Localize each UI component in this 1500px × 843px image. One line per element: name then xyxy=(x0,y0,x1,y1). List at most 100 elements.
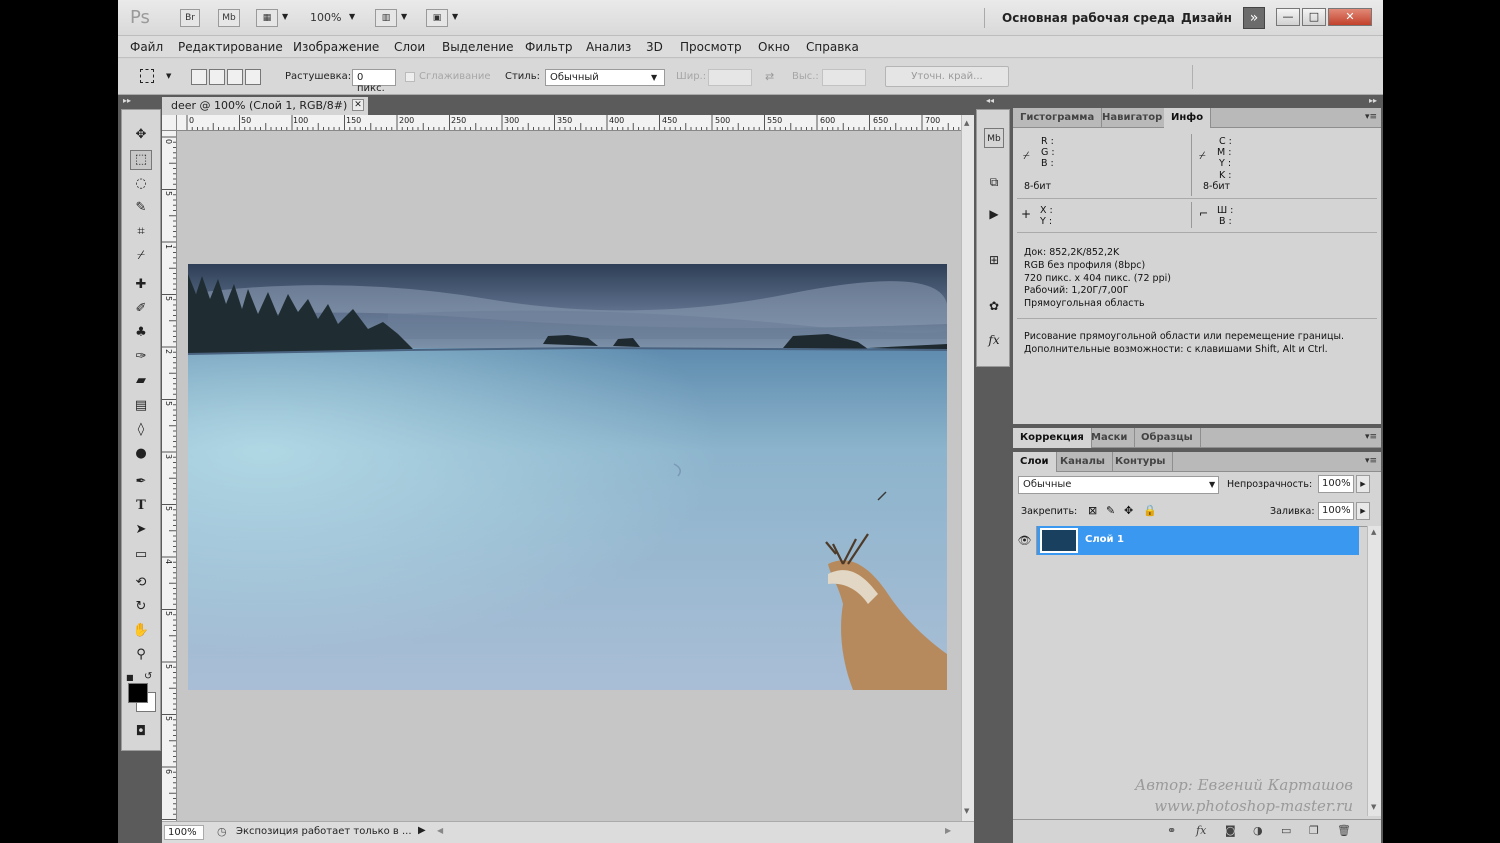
eraser-tool-icon[interactable]: ▰ xyxy=(130,371,152,391)
menu-filter[interactable]: Фильтр xyxy=(525,40,572,54)
collapse-icon[interactable]: ▸▸ xyxy=(123,96,131,105)
dodge-tool-icon[interactable]: ● xyxy=(130,444,152,464)
layer-style-icon[interactable]: fx xyxy=(1196,824,1206,837)
chevron-down-icon[interactable]: ▼ xyxy=(452,12,458,21)
chevron-down-icon[interactable]: ▼ xyxy=(401,12,407,21)
new-layer-icon[interactable]: ❐ xyxy=(1309,824,1319,837)
chevron-down-icon[interactable]: ▼ xyxy=(166,72,171,80)
minimize-icon[interactable]: — xyxy=(1276,8,1300,26)
menu-edit[interactable]: Редактирование xyxy=(178,40,283,54)
scroll-up-icon[interactable]: ▲ xyxy=(1371,528,1376,536)
menu-window[interactable]: Окно xyxy=(758,40,790,54)
tab-navigator[interactable]: Навигатор xyxy=(1095,108,1171,128)
brush-tool-icon[interactable]: ✐ xyxy=(130,299,152,319)
collapse-icon[interactable]: ◂◂ xyxy=(986,96,994,105)
fill-slider-icon[interactable]: ▶ xyxy=(1356,502,1370,520)
workspace-design[interactable]: Дизайн xyxy=(1181,11,1232,25)
layer-row[interactable]: 👁 Слой 1 xyxy=(1013,526,1359,555)
history-icon[interactable]: ⧉ xyxy=(984,172,1004,192)
panel-menu-icon[interactable]: ▾≡ xyxy=(1365,432,1377,442)
layer-thumbnail[interactable] xyxy=(1040,528,1078,553)
zoom-input[interactable]: 100% xyxy=(164,825,204,840)
eyedropper-icon[interactable]: ⌿ xyxy=(130,246,152,266)
chevron-down-icon[interactable]: ▼ xyxy=(1209,480,1215,489)
document-tab[interactable]: deer @ 100% (Слой 1, RGB/8#) ✕ xyxy=(162,97,368,115)
opacity-input[interactable]: 100% xyxy=(1318,475,1354,493)
close-icon[interactable]: ✕ xyxy=(1328,8,1372,26)
intersect-selection-icon[interactable] xyxy=(245,69,261,85)
tab-channels[interactable]: Каналы xyxy=(1053,452,1113,472)
height-input[interactable] xyxy=(822,69,866,86)
styles-icon[interactable]: fx xyxy=(984,330,1004,350)
tab-layers[interactable]: Слои xyxy=(1013,452,1057,472)
panel-menu-icon[interactable]: ▾≡ xyxy=(1365,456,1377,466)
chevron-down-icon[interactable]: ▼ xyxy=(651,73,657,82)
lock-all-icon[interactable]: 🔒 xyxy=(1143,504,1157,517)
eye-icon[interactable]: 👁 xyxy=(1013,526,1037,555)
subtract-selection-icon[interactable] xyxy=(227,69,243,85)
info-icon[interactable]: ◷ xyxy=(217,825,227,838)
rectangle-tool-icon[interactable]: ▭ xyxy=(130,545,152,565)
add-to-selection-icon[interactable] xyxy=(209,69,225,85)
zoom-tool-icon[interactable]: ⚲ xyxy=(130,645,152,665)
default-colors-icon[interactable]: ■ xyxy=(126,673,134,682)
menu-layer[interactable]: Слои xyxy=(394,40,425,54)
menu-file[interactable]: Файл xyxy=(130,40,163,54)
marquee-tool-icon[interactable]: ⬚ xyxy=(130,150,152,170)
style-select[interactable]: Обычный xyxy=(545,69,665,86)
adjustment-layer-icon[interactable]: ◑ xyxy=(1253,824,1263,837)
menu-analysis[interactable]: Анализ xyxy=(586,40,631,54)
vertical-scrollbar[interactable]: ▲ ▼ xyxy=(961,115,974,821)
status-text[interactable]: Экспозиция работает только в ... xyxy=(236,826,412,837)
width-input[interactable] xyxy=(708,69,752,86)
menu-3d[interactable]: 3D xyxy=(646,40,663,54)
gradient-tool-icon[interactable]: ▤ xyxy=(130,396,152,416)
bridge-button[interactable]: Br xyxy=(180,9,200,27)
blur-tool-icon[interactable]: ◊ xyxy=(130,420,152,440)
tab-adjustments[interactable]: Коррекция xyxy=(1013,428,1092,448)
new-group-icon[interactable]: ▭ xyxy=(1281,824,1291,837)
history-brush-icon[interactable]: ✑ xyxy=(130,347,152,367)
scroll-down-icon[interactable]: ▼ xyxy=(964,807,969,815)
color-wheel-icon[interactable]: ✿ xyxy=(984,296,1004,316)
actions-icon[interactable]: ▶ xyxy=(984,204,1004,224)
horizontal-ruler[interactable]: 0 50 100 150 200 250 300 350 400 450 500… xyxy=(177,115,961,131)
scroll-right-icon[interactable]: ▶ xyxy=(945,826,951,835)
panel-menu-icon[interactable]: ▾≡ xyxy=(1365,112,1377,122)
3d-orbit-icon[interactable]: ↻ xyxy=(130,597,152,617)
ruler-origin[interactable] xyxy=(162,115,177,131)
clone-stamp-icon[interactable]: ♣ xyxy=(130,323,152,343)
tab-paths[interactable]: Контуры xyxy=(1108,452,1174,472)
clone-source-icon[interactable]: ⊞ xyxy=(984,250,1004,270)
close-tab-icon[interactable]: ✕ xyxy=(352,99,364,111)
quick-selection-icon[interactable]: ✎ xyxy=(130,198,152,218)
delete-layer-icon[interactable]: 🗑 xyxy=(1337,824,1351,837)
crop-tool-icon[interactable]: ⌗ xyxy=(130,222,152,242)
path-selection-icon[interactable]: ➤ xyxy=(130,520,152,540)
swap-colors-icon[interactable]: ↺ xyxy=(144,671,152,682)
lock-transparent-icon[interactable]: ⊠ xyxy=(1088,504,1097,517)
link-layers-icon[interactable]: ⚭ xyxy=(1167,824,1176,837)
fill-input[interactable]: 100% xyxy=(1318,502,1354,520)
chevron-down-icon[interactable]: ▼ xyxy=(349,12,355,21)
foreground-color[interactable] xyxy=(128,683,148,703)
lasso-tool-icon[interactable]: ◌ xyxy=(130,174,152,194)
lock-image-icon[interactable]: ✎ xyxy=(1106,504,1115,517)
layers-scrollbar[interactable]: ▲ ▼ xyxy=(1367,526,1381,816)
expand-icon[interactable]: ▸▸ xyxy=(1369,96,1377,105)
mini-bridge-button[interactable]: Mb xyxy=(218,9,240,27)
screen-mode-icon[interactable]: ▣ xyxy=(426,9,448,27)
antialias-checkbox[interactable] xyxy=(405,72,415,82)
new-selection-icon[interactable] xyxy=(191,69,207,85)
scroll-down-icon[interactable]: ▼ xyxy=(1371,803,1376,811)
marquee-preset-icon[interactable] xyxy=(140,69,154,83)
status-menu-icon[interactable]: ▶ xyxy=(418,825,426,836)
maximize-icon[interactable]: □ xyxy=(1302,8,1326,26)
move-tool-icon[interactable]: ✥ xyxy=(130,125,152,145)
3d-rotate-icon[interactable]: ⟲ xyxy=(130,573,152,593)
more-workspaces-icon[interactable]: » xyxy=(1243,7,1265,29)
view-extras-icon[interactable]: ▦ xyxy=(256,9,278,27)
type-tool-icon[interactable]: T xyxy=(130,496,152,516)
healing-brush-icon[interactable]: ✚ xyxy=(130,275,152,295)
arrange-documents-icon[interactable]: ▥ xyxy=(375,9,397,27)
